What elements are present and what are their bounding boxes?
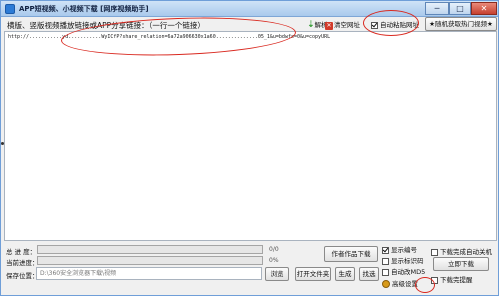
browse-button[interactable]: 浏览 — [265, 267, 289, 281]
app-window: APP短视频、小视频下载 [网序视频助手] ─ □ ✕ 横版、竖版视频播放链接或… — [0, 0, 499, 296]
generate-button[interactable]: 生成 — [335, 267, 355, 281]
maximize-button[interactable]: □ — [449, 2, 471, 15]
remind-label: 下载完提醒 — [440, 276, 473, 284]
total-progress-bar — [37, 245, 263, 254]
advanced-settings-link[interactable]: 高级设置 — [382, 278, 418, 288]
clear-urls-label: 清空网址 — [334, 21, 360, 29]
clear-icon: ✕ — [325, 22, 333, 30]
download-now-button[interactable]: 立即下载 — [433, 257, 489, 271]
auto-paste-label: 自动粘贴网址 — [380, 21, 419, 29]
auto-paste-check-icon — [371, 21, 378, 29]
save-location-label: 保存位置： — [6, 272, 39, 280]
app-icon — [5, 4, 15, 14]
open-folder-button[interactable]: 打开文件夹 — [295, 267, 331, 281]
random-hot-video-button[interactable]: ★随机获取热门视频★ — [425, 17, 497, 31]
show-number-label: 显示编号 — [391, 246, 417, 254]
current-progress-value: 0% — [269, 257, 279, 264]
current-progress-bar — [37, 256, 263, 265]
total-progress-label: 总 进 度： — [6, 248, 37, 256]
advanced-settings-label: 高级设置 — [392, 280, 418, 288]
download-complete-remind-option[interactable]: 下载完提醒 — [431, 274, 473, 284]
show-number-option[interactable]: 显示编号 — [382, 244, 417, 254]
auto-paste-checkbox[interactable]: 自动粘贴网址 — [371, 18, 419, 32]
auto-shutdown-label: 下载完成自动关机 — [440, 248, 492, 256]
download-arrow-icon: ⇣ — [307, 20, 315, 30]
input-prompt: 横版、竖版视频播放链接或APP分享链接：（一行一个链接） — [7, 21, 205, 30]
auto-md5-option[interactable]: 自动改MD5 — [382, 266, 425, 276]
parse-button[interactable]: ⇣解析 — [307, 18, 328, 32]
author-works-download-button[interactable]: 作者作品下载 — [324, 246, 378, 262]
close-button[interactable]: ✕ — [471, 2, 497, 15]
auto-md5-label: 自动改MD5 — [391, 268, 426, 276]
show-number-check-icon — [382, 246, 389, 254]
show-tag-label: 显示标识码 — [391, 257, 424, 265]
current-progress-label: 当前进度： — [6, 259, 39, 267]
auto-md5-check-icon — [382, 268, 389, 276]
find-button[interactable]: 找选 — [359, 267, 379, 281]
gear-icon — [382, 280, 390, 288]
show-tag-option[interactable]: 显示标识码 — [382, 255, 424, 265]
window-title: APP短视频、小视频下载 [网序视频助手] — [19, 5, 149, 13]
clear-urls-button[interactable]: ✕ 清空网址 — [325, 18, 360, 32]
resize-grip-dot — [1, 142, 4, 145]
url-textarea[interactable]: http://...........yd...........WyICfP?sh… — [4, 31, 497, 241]
auto-shutdown-option[interactable]: 下载完成自动关机 — [431, 246, 492, 256]
auto-shutdown-check-icon — [431, 248, 438, 256]
minimize-button[interactable]: ─ — [425, 2, 449, 15]
title-bar[interactable]: APP短视频、小视频下载 [网序视频助手] ─ □ ✕ — [1, 1, 498, 17]
remind-check-icon — [431, 276, 438, 284]
url-line: http://...........yd...........WyICfP?sh… — [8, 34, 331, 40]
show-tag-check-icon — [382, 257, 389, 265]
save-path-input[interactable]: D:\360安全浏览器下载\视频 — [36, 267, 262, 280]
total-progress-value: 0/0 — [269, 246, 279, 253]
